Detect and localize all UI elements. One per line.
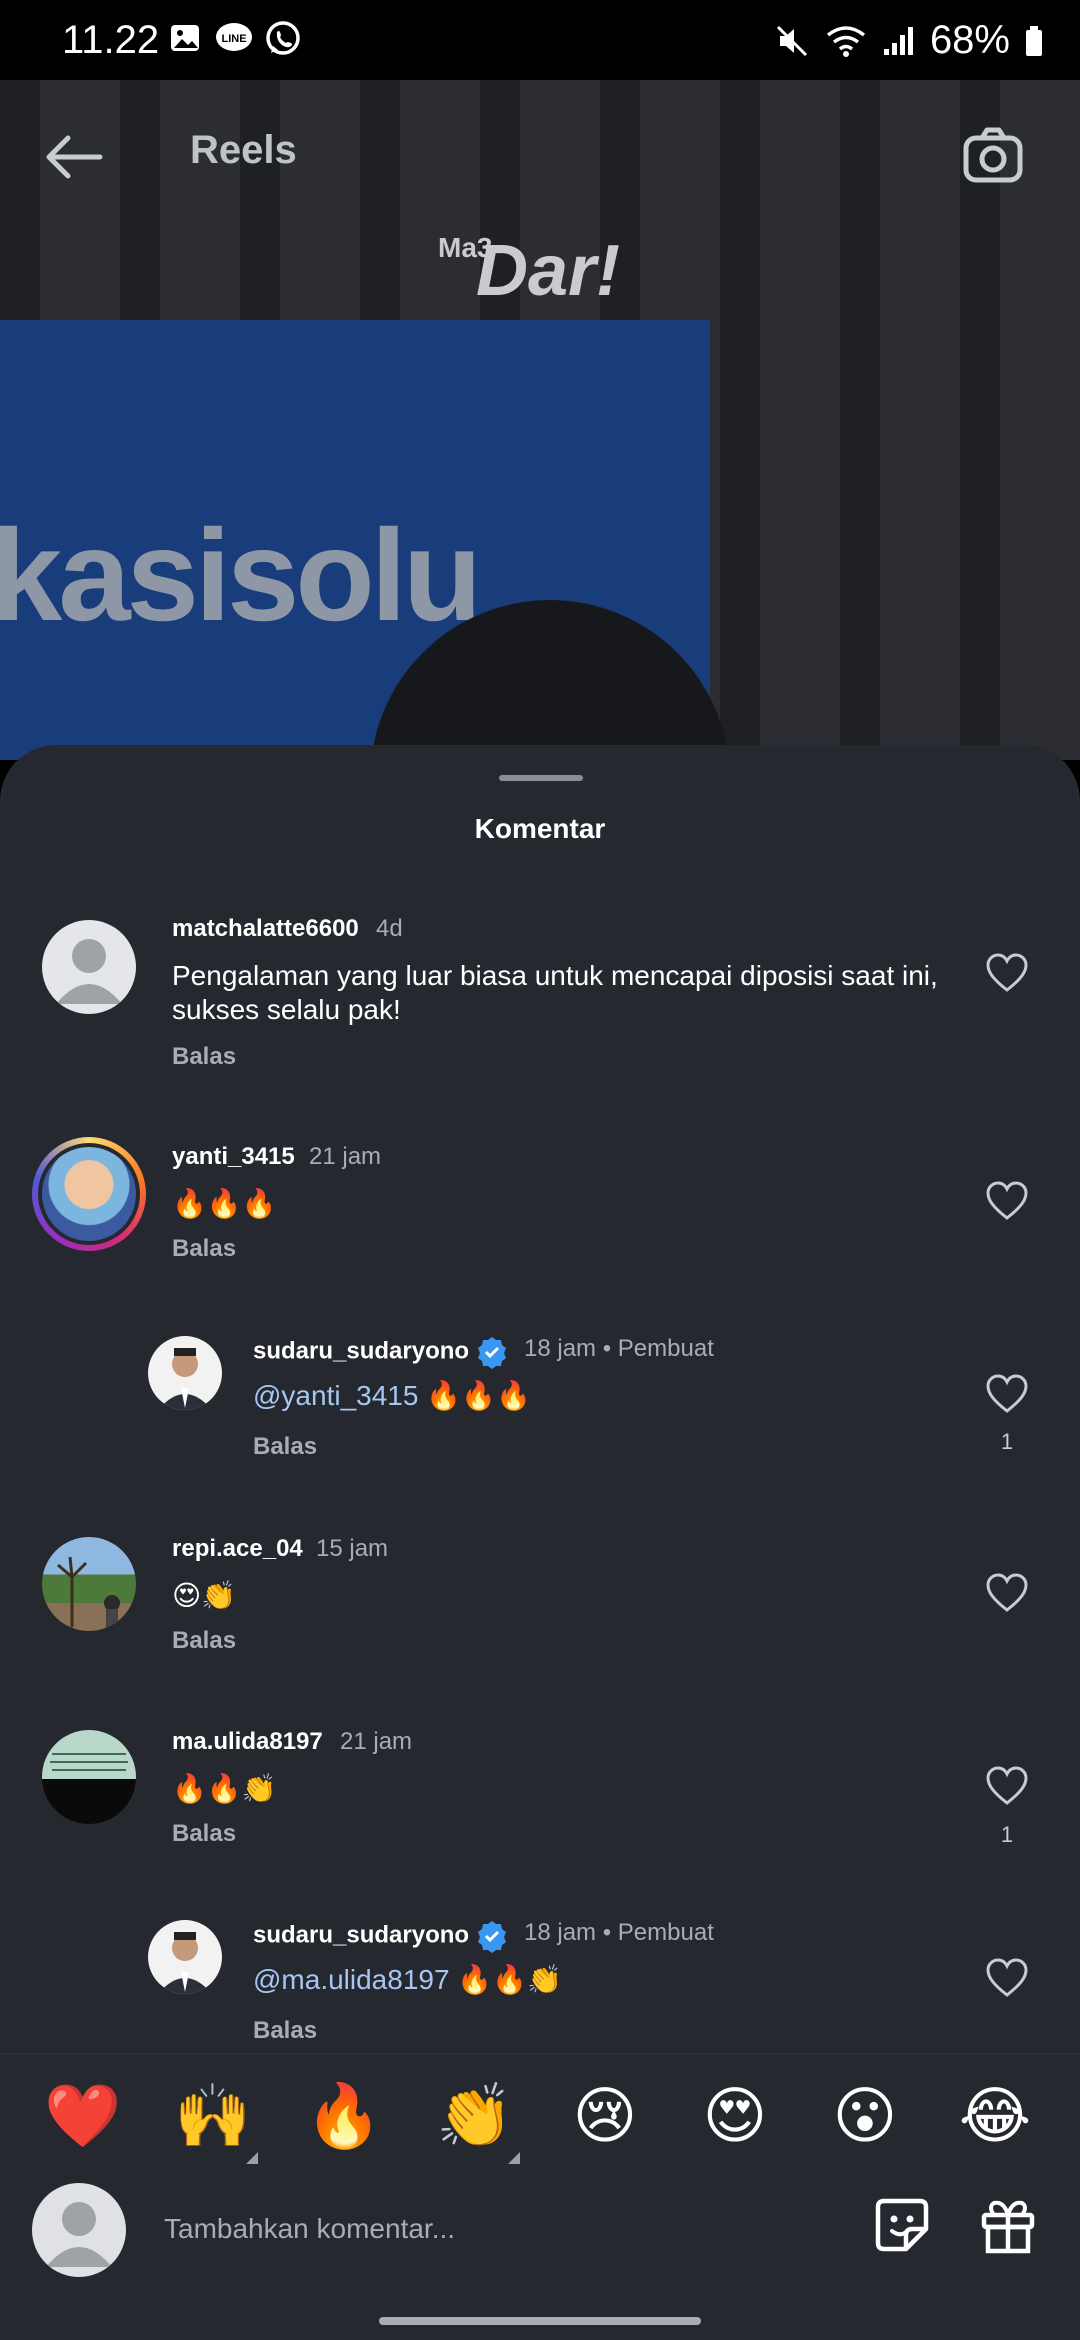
system-status-icons: 68%	[774, 18, 1044, 63]
line-app-icon: LINE	[216, 23, 252, 51]
like-heart-icon[interactable]	[985, 1958, 1029, 1998]
notification-icons: LINE	[168, 20, 302, 58]
default-avatar-icon	[46, 2202, 112, 2267]
emoji-laughing[interactable]: 😂	[950, 2082, 1040, 2152]
sticker-icon[interactable]	[870, 2193, 934, 2257]
comment-text: 😍👏	[172, 1580, 237, 1611]
like-heart-icon[interactable]	[985, 1374, 1029, 1414]
reply-button[interactable]: Balas	[172, 1820, 236, 1848]
status-time: 11.22	[62, 18, 160, 62]
gift-icon[interactable]	[976, 2193, 1040, 2257]
comment-text: Pengalaman yang luar biasa untuk mencapa…	[172, 960, 938, 1025]
emoji-crying[interactable]: 😢	[560, 2082, 650, 2152]
comment-text: 🔥🔥🔥	[172, 1188, 277, 1219]
like-count: 1	[1000, 1429, 1014, 1454]
avatar[interactable]	[148, 1336, 222, 1410]
avatar	[38, 1143, 140, 1245]
avatar-photo	[42, 1147, 136, 1241]
gallery-icon	[171, 25, 199, 51]
reply-button[interactable]: Balas	[172, 1235, 236, 1263]
comment-username[interactable]: matchalatte6600	[172, 915, 359, 943]
whatsapp-icon	[266, 21, 300, 55]
like-heart-icon[interactable]	[985, 953, 1029, 993]
status-bar: 11.22 LINE 68%	[0, 0, 1080, 80]
battery-percent: 68%	[929, 18, 1010, 62]
reply-button[interactable]: Balas	[253, 2017, 317, 2045]
like-heart-icon[interactable]	[985, 1181, 1029, 1221]
emoji-heart[interactable]: ❤️	[38, 2082, 128, 2152]
reply-button[interactable]: Balas	[253, 1433, 317, 1461]
emoji-variant-caret	[246, 2152, 258, 2164]
comment-username[interactable]: yanti_3415	[172, 1143, 295, 1171]
dot-separator: •	[602, 1919, 612, 1946]
comment-username[interactable]: ma.ulida8197	[172, 1728, 323, 1756]
username-text: sudaru_sudaryono	[253, 1921, 470, 1949]
dot-separator: •	[602, 1335, 612, 1362]
comment-emoji-text: 🔥🔥👏	[449, 1964, 562, 1995]
sign-text: kasisolu	[0, 502, 482, 648]
back-arrow-icon[interactable]	[38, 122, 108, 192]
comment-input[interactable]: Tambahkan komentar...	[164, 2213, 455, 2245]
reels-header: Reels	[0, 80, 1080, 230]
comment-text: 🔥🔥👏	[172, 1773, 277, 1804]
avatar-photo	[57, 1556, 120, 1629]
emoji-surprised[interactable]: 😮	[820, 2082, 910, 2152]
creator-label: Pembuat	[617, 1919, 714, 1946]
svg-text:LINE: LINE	[221, 33, 246, 45]
emoji-raising-hands[interactable]: 🙌	[168, 2082, 258, 2152]
emoji-quick-bar: ❤️ 🙌 🔥 👏 😢 😍 😮 😂	[0, 2053, 1080, 2184]
wifi-icon	[826, 25, 866, 57]
home-gesture-bar[interactable]	[379, 2317, 701, 2325]
comment-time: 18 jam • Pembuat	[524, 1335, 714, 1363]
reply-button[interactable]: Balas	[172, 1043, 236, 1071]
page-title: Reels	[190, 128, 297, 172]
sheet-drag-handle[interactable]	[499, 775, 583, 781]
comment-time: 15 jam	[316, 1535, 389, 1562]
like-heart-icon[interactable]	[985, 1573, 1029, 1613]
comment-username[interactable]: sudaru_sudaryono	[253, 1919, 509, 1953]
reel-logo: Dar!	[476, 231, 621, 311]
avatar[interactable]	[148, 1920, 222, 1994]
sheet-title: Komentar	[474, 813, 606, 844]
battery-icon	[1026, 25, 1042, 56]
comment-emoji-text: 🔥🔥🔥	[418, 1380, 531, 1411]
verified-badge-icon	[478, 1337, 507, 1369]
mute-icon	[776, 25, 807, 56]
comment-text: @ma.ulida8197 🔥🔥👏	[253, 1963, 562, 1997]
mention-link[interactable]: @yanti_3415	[253, 1380, 418, 1411]
comment-time: 18 jam • Pembuat	[524, 1919, 714, 1947]
comment-time: 21 jam	[340, 1728, 413, 1755]
system-nav-bar	[0, 2300, 1080, 2340]
comment-text: @yanti_3415 🔥🔥🔥	[253, 1379, 531, 1413]
emoji-heart-eyes[interactable]: 😍	[690, 2082, 780, 2152]
avatar[interactable]	[42, 1730, 136, 1824]
avatar-photo	[158, 1932, 212, 1994]
like-heart-icon[interactable]	[985, 1766, 1029, 1806]
like-count: 1	[1000, 1822, 1014, 1847]
comment-time: 21 jam	[309, 1143, 382, 1170]
comment-time: 4d	[376, 915, 403, 942]
my-avatar	[32, 2183, 126, 2277]
avatar-photo	[158, 1348, 212, 1410]
comment-composer: Tambahkan komentar...	[0, 2183, 1080, 2300]
time-text: 18 jam	[524, 1919, 597, 1946]
story-ring-avatar[interactable]	[32, 1137, 146, 1251]
avatar-photo	[50, 1753, 128, 1771]
reply-button[interactable]: Balas	[172, 1627, 236, 1655]
default-avatar-icon	[56, 939, 122, 1004]
avatar[interactable]	[42, 920, 136, 1014]
username-text: sudaru_sudaryono	[253, 1337, 470, 1365]
comment-username[interactable]: repi.ace_04	[172, 1535, 303, 1563]
emoji-clap[interactable]: 👏	[430, 2082, 520, 2152]
emoji-fire[interactable]: 🔥	[299, 2082, 389, 2152]
avatar[interactable]	[42, 1537, 136, 1631]
creator-label: Pembuat	[617, 1335, 714, 1362]
time-text: 18 jam	[524, 1335, 597, 1362]
camera-icon[interactable]	[958, 122, 1028, 192]
verified-badge-icon	[478, 1921, 507, 1953]
mention-link[interactable]: @ma.ulida8197	[253, 1964, 450, 1995]
signal-icon	[883, 26, 913, 55]
comment-username[interactable]: sudaru_sudaryono	[253, 1335, 509, 1369]
emoji-variant-caret	[508, 2152, 520, 2164]
